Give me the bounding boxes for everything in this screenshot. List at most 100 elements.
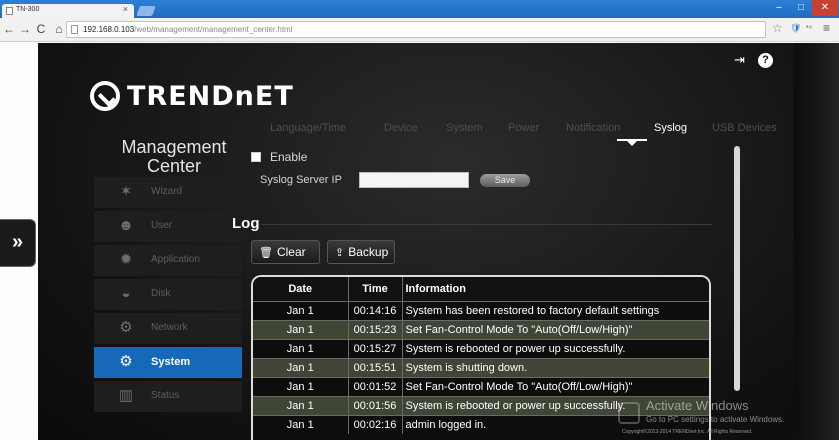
- sidebar-item-label: Network: [151, 322, 188, 333]
- page-title: Management Center: [94, 138, 254, 176]
- address-bar[interactable]: 192.168.0.103/web/management/management_…: [66, 21, 766, 38]
- log-time: 00:14:16: [347, 300, 402, 320]
- bookmark-star-icon[interactable]: ☆: [772, 21, 783, 35]
- tab-power[interactable]: Power: [508, 122, 539, 134]
- log-date: Jan 1: [253, 319, 348, 339]
- log-time: 00:01:52: [347, 376, 402, 396]
- trendnet-logo-icon: [90, 81, 120, 111]
- log-date: Jan 1: [253, 376, 348, 396]
- syslog-server-input[interactable]: [359, 172, 469, 188]
- enable-row: Enable: [251, 150, 307, 164]
- syslog-server-label: Syslog Server IP: [260, 174, 342, 186]
- settings-tabs: Language/Time Device System Power Notifi…: [270, 122, 810, 144]
- windows-activation-watermark: Activate Windows Go to PC settings to ac…: [618, 398, 785, 424]
- column-header-time: Time: [347, 277, 402, 301]
- active-tab-caret-icon: [626, 140, 638, 146]
- log-time: 00:15:27: [347, 338, 402, 358]
- sidebar-item-status[interactable]: ▥ Status: [94, 381, 242, 412]
- user-icon: ☻: [118, 217, 134, 234]
- tab-close-icon[interactable]: ×: [123, 4, 128, 14]
- enable-checkbox[interactable]: [251, 152, 261, 162]
- log-information: Set Fan-Control Mode To "Auto(Off/Low/Hi…: [401, 376, 709, 396]
- side-panel-toggle[interactable]: »: [0, 219, 36, 267]
- backup-button[interactable]: ⇪ Backup: [327, 240, 395, 264]
- back-arrow-icon[interactable]: ←: [2, 22, 16, 36]
- sidebar-item-user[interactable]: ☻ User: [94, 211, 242, 242]
- sidebar-item-application[interactable]: ✹ Application: [94, 245, 242, 276]
- management-center-app: TRENDnET ⇥ ? Management Center ✶ Wizard …: [38, 43, 794, 440]
- sidebar-item-label: Status: [151, 390, 180, 401]
- sidebar-item-label: Application: [151, 254, 200, 265]
- status-icon: ▥: [118, 387, 134, 404]
- content-scrollbar[interactable]: [734, 146, 740, 391]
- column-header-date: Date: [253, 277, 348, 301]
- application-icon: ✹: [119, 251, 133, 268]
- logout-icon[interactable]: ⇥: [734, 53, 748, 67]
- network-icon: ⚙: [119, 319, 133, 336]
- page-edge: [794, 43, 839, 440]
- table-row: Jan 1 00:15:27 System is rebooted or pow…: [253, 338, 709, 358]
- url-text: 192.168.0.103/web/management/management_…: [83, 25, 292, 34]
- window-minimize-button[interactable]: –: [768, 0, 790, 16]
- brand-name: TRENDnET: [127, 80, 294, 112]
- tab-language-time[interactable]: Language/Time: [270, 122, 346, 134]
- page-icon: [71, 25, 78, 34]
- log-date: Jan 1: [253, 338, 348, 358]
- log-time: 00:02:16: [347, 414, 402, 434]
- log-information: Set Fan-Control Mode To "Auto(Off/Low/Hi…: [401, 319, 709, 339]
- column-header-information: Information: [401, 277, 709, 301]
- tab-device[interactable]: Device: [384, 122, 418, 134]
- log-time: 00:01:56: [347, 395, 402, 415]
- extension-icon[interactable]: 🛡: [790, 23, 801, 34]
- sidebar-item-wizard[interactable]: ✶ Wizard: [94, 177, 242, 208]
- log-date: Jan 1: [253, 414, 348, 434]
- tab-syslog[interactable]: Syslog: [654, 122, 687, 134]
- window-close-button[interactable]: ✕: [812, 0, 838, 16]
- sidebar-item-label: System: [151, 356, 191, 368]
- log-title: Log: [232, 215, 260, 232]
- browser-titlebar: TN-300 × – □ ✕: [0, 0, 839, 18]
- log-time: 00:15:23: [347, 319, 402, 339]
- trash-icon: 🗑: [259, 246, 273, 259]
- reload-icon[interactable]: C: [34, 22, 48, 36]
- page-title-line2: Center: [146, 156, 202, 176]
- log-time: 00:15:51: [347, 357, 402, 377]
- url-host: 192.168.0.103: [83, 25, 135, 34]
- tab-title: TN-300: [16, 6, 40, 13]
- sidebar-item-network[interactable]: ⚙ Network: [94, 313, 242, 344]
- wizard-icon: ✶: [119, 183, 133, 200]
- clear-button[interactable]: 🗑 Clear: [251, 240, 320, 264]
- table-row: Jan 1 00:14:16 System has been restored …: [253, 300, 709, 320]
- page-title-line1: Management: [121, 137, 227, 157]
- log-divider: [262, 224, 712, 225]
- sidebar-item-disk[interactable]: ◒ Disk: [94, 279, 242, 310]
- log-information: System is shutting down.: [401, 357, 709, 377]
- sidebar-item-label: Disk: [151, 288, 171, 299]
- page-favicon-icon: [6, 7, 13, 15]
- window-maximize-button[interactable]: □: [790, 0, 812, 16]
- browser-tab[interactable]: TN-300 ×: [2, 4, 134, 18]
- windows-logo-icon: [618, 402, 640, 424]
- new-tab-button[interactable]: [136, 6, 156, 16]
- enable-label: Enable: [270, 150, 308, 164]
- tab-usb-devices[interactable]: USB Devices: [712, 122, 777, 134]
- log-date: Jan 1: [253, 357, 348, 377]
- extension-2-icon[interactable]: •«: [806, 24, 812, 31]
- watermark-line2: Go to PC settings to activate Windows.: [646, 415, 785, 424]
- help-icon[interactable]: ?: [758, 53, 773, 68]
- table-row: Jan 1 00:15:51 System is shutting down.: [253, 357, 709, 377]
- home-icon[interactable]: ⌂: [52, 22, 66, 36]
- sidebar-item-label: User: [151, 220, 173, 231]
- log-information: System has been restored to factory defa…: [401, 300, 709, 320]
- sidebar-item-system[interactable]: ⚙ System: [94, 347, 242, 378]
- header-icons: ⇥ ?: [734, 53, 773, 68]
- tab-system[interactable]: System: [446, 122, 483, 134]
- browser-menu-icon[interactable]: ≡: [823, 21, 830, 35]
- tab-notification[interactable]: Notification: [566, 122, 620, 134]
- url-path: /web/management/management_center.html: [134, 25, 293, 34]
- sidebar-nav: ✶ Wizard ☻ User ✹ Application ◒ Disk ⚙ N…: [94, 177, 242, 415]
- save-button[interactable]: Save: [480, 174, 530, 187]
- table-row: Jan 1 00:15:23 Set Fan-Control Mode To "…: [253, 319, 709, 339]
- backup-button-label: Backup: [348, 245, 389, 259]
- forward-arrow-icon[interactable]: →: [18, 22, 32, 36]
